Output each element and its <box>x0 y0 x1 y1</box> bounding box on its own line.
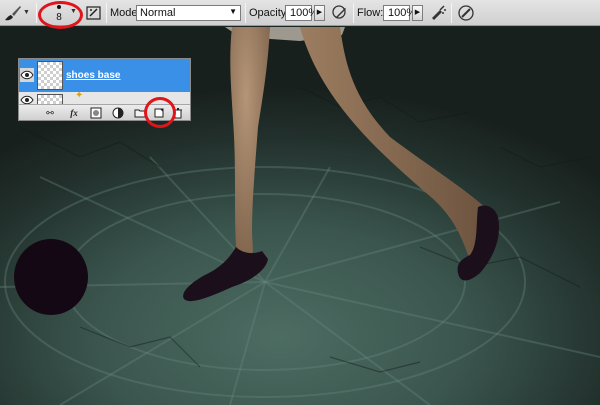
mode-select[interactable]: Normal ▼ <box>136 5 241 21</box>
new-layer-icon[interactable] <box>152 107 166 119</box>
divider <box>36 3 37 23</box>
layer-name[interactable]: shoes base <box>66 70 120 81</box>
flow-input[interactable]: 100% <box>383 5 416 21</box>
fx-icon[interactable]: fx <box>67 107 81 119</box>
chevron-down-icon: ▼ <box>23 9 30 16</box>
flow-label: Flow: <box>357 7 384 19</box>
layers-panel-footer: ⚯ fx <box>19 104 190 120</box>
brush-palette-icon[interactable] <box>86 5 102 21</box>
link-layers-icon[interactable]: ⚯ <box>43 107 57 119</box>
divider <box>245 3 246 23</box>
adjustment-layer-icon[interactable] <box>111 107 125 119</box>
layer-row-partial[interactable]: ✦ <box>19 92 190 104</box>
brush-size-picker[interactable]: 8 <box>46 3 72 24</box>
airbrush-icon[interactable] <box>429 4 447 22</box>
add-mask-icon[interactable] <box>89 107 103 119</box>
layer-preview-icon: ✦ <box>75 92 84 101</box>
opacity-input[interactable]: 100% <box>285 5 318 21</box>
brush-tool-icon <box>5 6 21 21</box>
tablet-pressure-size-icon[interactable] <box>457 4 475 22</box>
opacity-label: Opacity: <box>249 7 290 19</box>
flow-slider-toggle[interactable]: ▶ <box>412 5 423 21</box>
layer-thumbnail <box>37 94 63 104</box>
tool-preset-picker[interactable]: ▼ <box>3 4 30 22</box>
mode-value: Normal <box>140 7 176 19</box>
eye-visibility-icon[interactable] <box>20 68 34 82</box>
divider <box>451 3 452 23</box>
chevron-down-icon[interactable]: ▼ <box>70 8 77 15</box>
tablet-pressure-opacity-icon[interactable] <box>331 4 349 22</box>
divider <box>106 3 107 23</box>
opacity-slider-toggle[interactable]: ▶ <box>314 5 325 21</box>
brush-size-value: 8 <box>56 12 62 23</box>
layers-panel: shoes base ✦ ⚯ fx <box>18 58 191 121</box>
new-group-icon[interactable] <box>133 107 147 119</box>
eye-visibility-icon[interactable] <box>20 93 34 104</box>
chevron-down-icon: ▼ <box>229 7 237 16</box>
divider <box>353 3 354 23</box>
delete-layer-icon[interactable] <box>171 107 185 119</box>
options-bar: ▼ 8 ▼ Mode: Normal ▼ Opacity: 100% ▶ Flo… <box>0 0 600 26</box>
layer-thumbnail <box>37 61 63 90</box>
layer-row-shoes-base[interactable]: shoes base <box>19 59 190 92</box>
brush-preview-dot <box>57 5 61 9</box>
